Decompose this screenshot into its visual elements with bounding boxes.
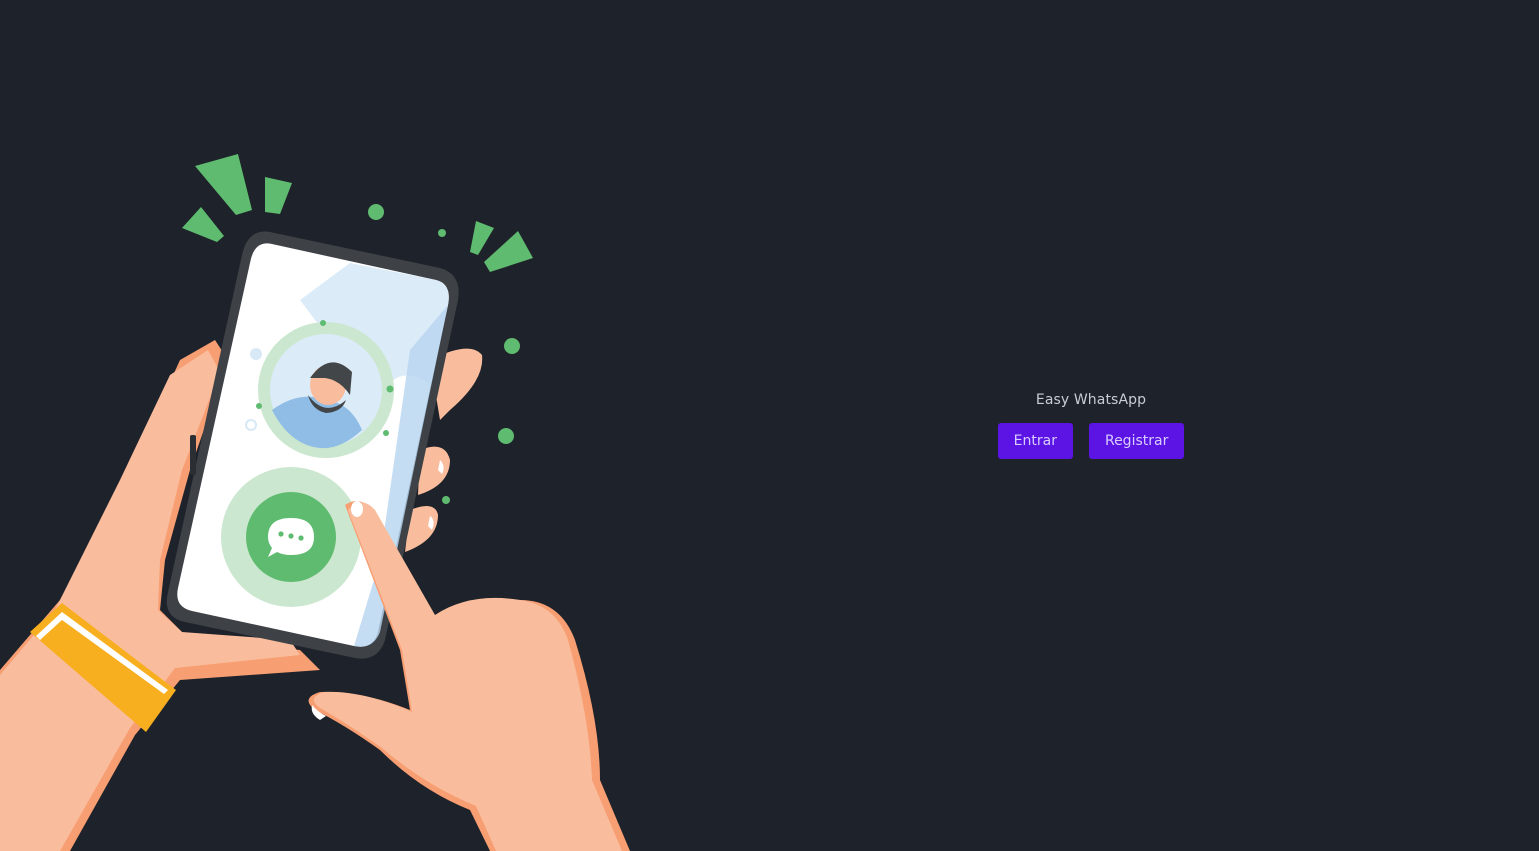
landing-page: Easy WhatsApp Entrar Registrar — [0, 0, 1539, 851]
login-button[interactable]: Entrar — [997, 423, 1073, 459]
auth-panel: Easy WhatsApp Entrar Registrar — [990, 386, 1192, 459]
app-title: Easy WhatsApp — [1035, 392, 1147, 408]
chat-bubble-icon — [221, 467, 361, 607]
register-button[interactable]: Registrar — [1088, 423, 1185, 459]
auth-buttons: Entrar Registrar — [997, 423, 1185, 459]
hand-holding-phone-illustration — [0, 0, 640, 851]
